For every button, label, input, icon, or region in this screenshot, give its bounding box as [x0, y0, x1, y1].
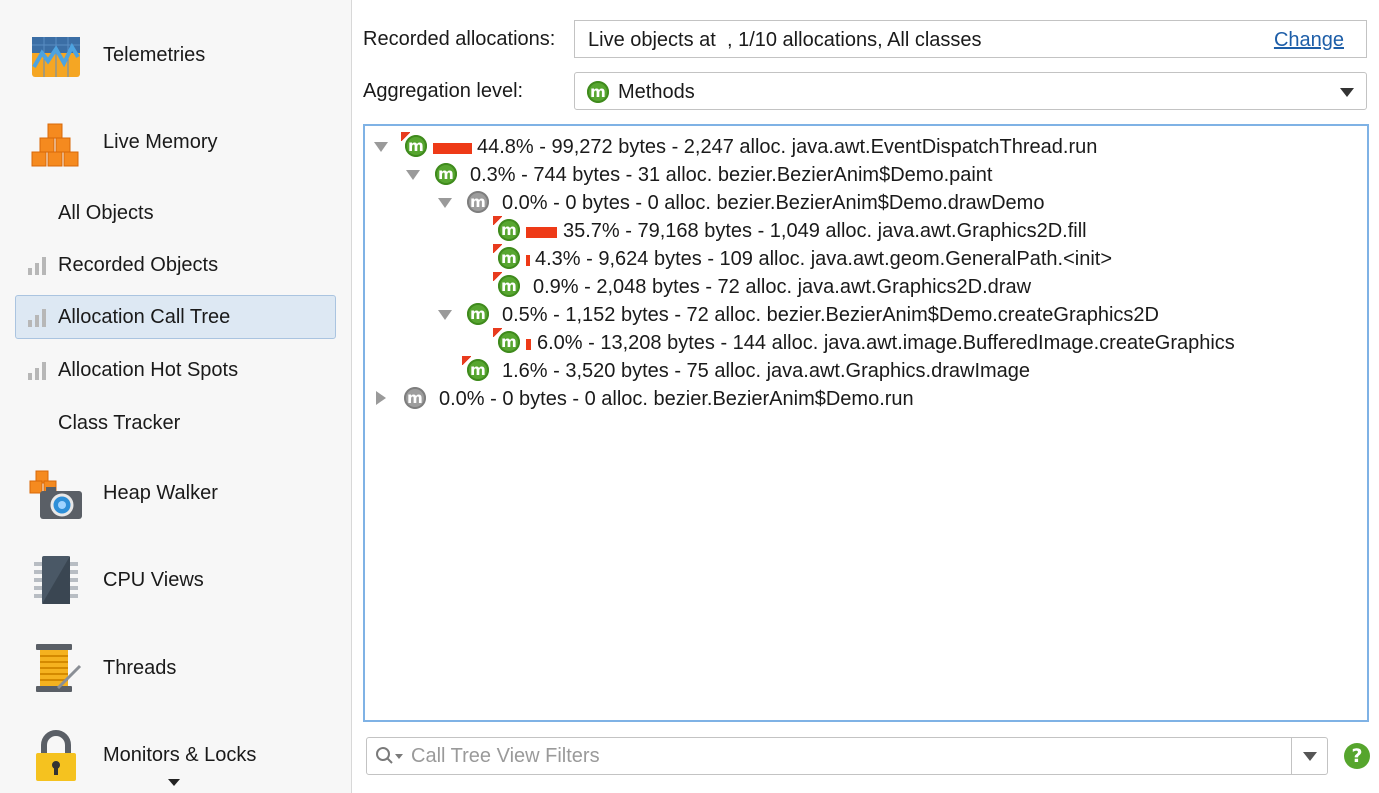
recording-bars-icon: [28, 257, 48, 275]
tree-row[interactable]: m 6.0% - 13,208 bytes - 144 alloc. java.…: [365, 328, 1367, 356]
nav-allocation-hot-spots-label: Allocation Hot Spots: [58, 358, 239, 381]
tree-row[interactable]: m 0.9% - 2,048 bytes - 72 alloc. java.aw…: [365, 272, 1367, 300]
method-icon: m: [405, 135, 427, 157]
recording-bars-icon: [28, 362, 48, 380]
nav-allocation-hot-spots[interactable]: Allocation Hot Spots: [15, 348, 336, 392]
aggregation-level-select[interactable]: m Methods: [574, 72, 1367, 110]
nav-telemetries[interactable]: Telemetries: [0, 17, 352, 93]
tree-row-text: 0.9% - 2,048 bytes - 72 alloc. java.awt.…: [533, 276, 1032, 298]
method-icon: m: [435, 163, 457, 185]
chevron-down-icon: [1340, 88, 1354, 97]
nav-cpu-views[interactable]: CPU Views: [0, 542, 352, 618]
threads-icon: [36, 644, 82, 692]
nav-all-objects[interactable]: All Objects: [15, 191, 336, 235]
tree-row[interactable]: m 0.3% - 744 bytes - 31 alloc. bezier.Be…: [365, 160, 1367, 188]
method-icon: m: [467, 191, 489, 213]
method-icon: m: [467, 359, 489, 381]
scroll-more-arrow-icon[interactable]: [168, 779, 180, 786]
recorded-allocations-label: Recorded allocations:: [363, 28, 556, 50]
heap-walker-icon: [29, 470, 82, 519]
nav-threads[interactable]: Threads: [0, 630, 352, 706]
method-icon: m: [467, 303, 489, 325]
method-icon: m: [498, 219, 520, 241]
aggregation-level-label: Aggregation level:: [363, 80, 524, 102]
method-icon: m: [404, 387, 426, 409]
sidebar: Telemetries Live Memory All Objects Reco…: [0, 0, 352, 793]
expand-triangle-icon[interactable]: [438, 310, 452, 320]
search-icon[interactable]: [375, 746, 405, 766]
percent-bar: [526, 255, 530, 266]
tree-row-text: 0.5% - 1,152 bytes - 72 alloc. bezier.Be…: [502, 304, 1159, 326]
filter-dropdown-button[interactable]: [1291, 738, 1327, 774]
nav-allocation-call-tree-label: Allocation Call Tree: [58, 305, 231, 328]
nav-class-tracker-label: Class Tracker: [58, 411, 181, 434]
nav-live-memory-label: Live Memory: [103, 130, 218, 153]
tree-row-text: 0.3% - 744 bytes - 31 alloc. bezier.Bezi…: [470, 164, 993, 186]
tree-row-text: 44.8% - 99,272 bytes - 2,247 alloc. java…: [477, 136, 1098, 158]
tree-row[interactable]: m 35.7% - 79,168 bytes - 1,049 alloc. ja…: [365, 216, 1367, 244]
tree-row-text: 4.3% - 9,624 bytes - 109 alloc. java.awt…: [535, 248, 1113, 270]
tree-row[interactable]: m 4.3% - 9,624 bytes - 109 alloc. java.a…: [365, 244, 1367, 272]
nav-recorded-objects[interactable]: Recorded Objects: [15, 243, 336, 287]
expand-triangle-icon[interactable]: [438, 198, 452, 208]
method-icon: m: [587, 81, 609, 103]
method-icon: m: [498, 247, 520, 269]
lock-icon: [36, 730, 76, 781]
tree-row[interactable]: m 0.0% - 0 bytes - 0 alloc. bezier.Bezie…: [365, 384, 1367, 412]
nav-recorded-objects-label: Recorded Objects: [58, 253, 219, 276]
nav-heap-walker[interactable]: Heap Walker: [0, 455, 352, 531]
recorded-allocations-field: Live objects at , 1/10 allocations, All …: [574, 20, 1367, 58]
live-memory-icon: [31, 123, 79, 167]
nav-all-objects-label: All Objects: [58, 201, 154, 224]
telemetries-icon: [32, 37, 80, 77]
nav-allocation-call-tree[interactable]: Allocation Call Tree: [15, 295, 336, 339]
expand-triangle-icon[interactable]: [406, 170, 420, 180]
help-button[interactable]: ?: [1344, 743, 1370, 769]
percent-bar: [526, 339, 531, 350]
method-icon: m: [498, 331, 520, 353]
tree-row[interactable]: m 44.8% - 99,272 bytes - 2,247 alloc. ja…: [365, 132, 1367, 160]
percent-bar: [433, 143, 472, 154]
call-tree-filter: [366, 737, 1328, 775]
nav-cpu-views-label: CPU Views: [103, 568, 204, 591]
change-link[interactable]: Change: [1274, 29, 1344, 52]
nav-telemetries-label: Telemetries: [103, 43, 206, 66]
tree-row-text: 35.7% - 79,168 bytes - 1,049 alloc. java…: [563, 220, 1087, 242]
tree-row[interactable]: m 0.5% - 1,152 bytes - 72 alloc. bezier.…: [365, 300, 1367, 328]
recorded-allocations-value: Live objects at , 1/10 allocations, All …: [588, 29, 982, 51]
nav-live-memory[interactable]: Live Memory: [0, 104, 352, 180]
cpu-views-icon: [34, 556, 78, 604]
recording-bars-icon: [28, 309, 48, 327]
allocation-call-tree[interactable]: m 44.8% - 99,272 bytes - 2,247 alloc. ja…: [363, 124, 1369, 722]
tree-row-text: 6.0% - 13,208 bytes - 144 alloc. java.aw…: [537, 332, 1235, 354]
aggregation-level-value: Methods: [618, 81, 695, 103]
tree-row[interactable]: m 1.6% - 3,520 bytes - 75 alloc. java.aw…: [365, 356, 1367, 384]
method-icon: m: [498, 275, 520, 297]
nav-heap-walker-label: Heap Walker: [103, 481, 218, 504]
tree-row-text: 0.0% - 0 bytes - 0 alloc. bezier.BezierA…: [502, 192, 1045, 214]
filter-input[interactable]: [409, 738, 1289, 774]
nav-threads-label: Threads: [103, 656, 177, 679]
expand-triangle-icon[interactable]: [374, 142, 388, 152]
nav-class-tracker[interactable]: Class Tracker: [15, 401, 336, 445]
tree-row[interactable]: m 0.0% - 0 bytes - 0 alloc. bezier.Bezie…: [365, 188, 1367, 216]
percent-bar: [526, 227, 557, 238]
nav-monitors-locks-label: Monitors & Locks: [103, 743, 257, 766]
tree-row-text: 1.6% - 3,520 bytes - 75 alloc. java.awt.…: [502, 360, 1031, 382]
tree-row-text: 0.0% - 0 bytes - 0 alloc. bezier.BezierA…: [439, 388, 914, 410]
collapse-triangle-icon[interactable]: [376, 391, 386, 405]
